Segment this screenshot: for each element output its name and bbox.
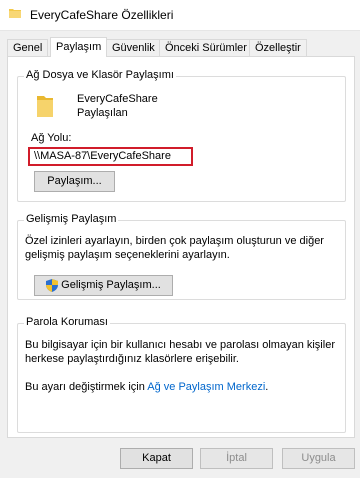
network-sharing-center-link[interactable]: Ağ ve Paylaşım Merkezi — [147, 381, 265, 393]
close-button[interactable]: Kapat — [120, 448, 193, 469]
advanced-sharing-button-label: Gelişmiş Paylaşım... — [61, 279, 161, 291]
password-protection-group: Parola Koruması Bu bilgisayar için bir k… — [17, 316, 346, 433]
network-path-field[interactable]: \\MASA-87\EveryCafeShare — [28, 147, 193, 166]
password-protection-description: Bu bilgisayar için bir kullanıcı hesabı … — [25, 339, 335, 365]
advanced-sharing-button[interactable]: Gelişmiş Paylaşım... — [34, 275, 173, 296]
advanced-sharing-legend: Gelişmiş Paylaşım — [24, 213, 119, 225]
advanced-sharing-description: Özel izinleri ayarlayın, birden çok payl… — [25, 235, 324, 261]
change-setting-suffix: . — [265, 381, 269, 393]
network-sharing-legend: Ağ Dosya ve Klasör Paylaşımı — [24, 69, 176, 81]
tab-customize[interactable]: Özelleştir — [249, 39, 307, 56]
advanced-sharing-group: Gelişmiş Paylaşım Özel izinleri ayarlayı… — [17, 213, 346, 300]
tab-sharing[interactable]: Paylaşım — [50, 37, 108, 57]
share-status: Paylaşılan — [77, 107, 128, 119]
change-setting-text: Bu ayarı değiştirmek için Ağ ve Paylaşım… — [25, 380, 340, 394]
share-button[interactable]: Paylaşım... — [34, 171, 115, 192]
shared-folder-icon — [37, 96, 53, 117]
shared-folder-name: EveryCafeShare — [77, 93, 158, 105]
network-path-label: Ağ Yolu: — [31, 132, 72, 144]
title-bar: EveryCafeShare Özellikleri — [0, 0, 360, 31]
tab-previous-versions[interactable]: Önceki Sürümler — [159, 39, 253, 56]
cancel-button[interactable]: İptal — [200, 448, 273, 469]
folder-icon — [9, 9, 21, 18]
tab-general[interactable]: Genel — [7, 39, 49, 56]
network-sharing-group: Ağ Dosya ve Klasör Paylaşımı EveryCafeSh… — [17, 69, 346, 202]
tab-security[interactable]: Güvenlik — [106, 39, 161, 56]
change-setting-prefix: Bu ayarı değiştirmek için — [25, 381, 148, 393]
sharing-panel: Ağ Dosya ve Klasör Paylaşımı EveryCafeSh… — [7, 56, 355, 438]
window-title: EveryCafeShare Özellikleri — [30, 8, 174, 22]
apply-button[interactable]: Uygula — [282, 448, 355, 469]
password-protection-legend: Parola Koruması — [24, 316, 110, 328]
uac-shield-icon — [46, 278, 59, 292]
